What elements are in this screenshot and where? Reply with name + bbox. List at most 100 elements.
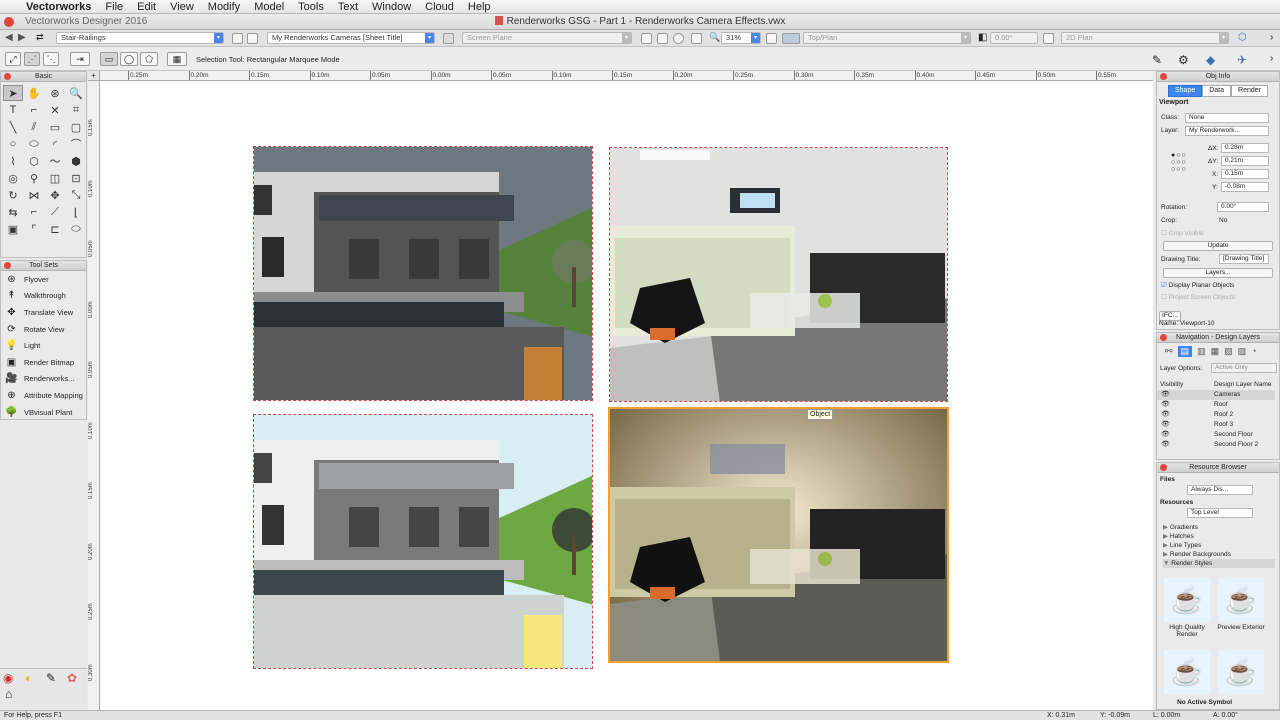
fillet-tool-icon[interactable]: ⌊ bbox=[66, 204, 86, 220]
y-field[interactable]: -0.08m bbox=[1221, 182, 1269, 192]
thumb-preview-exterior[interactable]: ☕ Preview Exterior bbox=[1217, 578, 1265, 631]
nav-sheets-icon[interactable]: ▥ bbox=[1197, 346, 1206, 357]
plan-rotation-field[interactable]: 0.00° bbox=[990, 32, 1038, 44]
tab-render[interactable]: Render bbox=[1231, 85, 1268, 97]
menu-help[interactable]: Help bbox=[461, 1, 498, 13]
update-button[interactable]: Update bbox=[1163, 241, 1273, 251]
class-visibility-icon[interactable]: ⇄ bbox=[36, 32, 44, 43]
drawing-canvas[interactable]: Object bbox=[100, 81, 1153, 710]
layer-select[interactable]: My Renderwork... bbox=[1185, 126, 1269, 136]
eye-icon[interactable]: 👁 bbox=[1161, 420, 1170, 430]
rotation-field[interactable]: 0.00° bbox=[1217, 202, 1269, 212]
eye-icon[interactable]: 👁 bbox=[1161, 400, 1170, 410]
polyline-tool-icon[interactable]: ⌇ bbox=[3, 153, 23, 169]
save-view-icon[interactable] bbox=[641, 33, 652, 44]
eye-icon[interactable]: 👁 bbox=[1161, 430, 1170, 440]
resource-folder[interactable]: ▶ Hatches bbox=[1163, 532, 1275, 541]
select-mode-2-icon[interactable]: ⋱ bbox=[43, 52, 59, 66]
gear-icon[interactable]: ⚙ bbox=[1178, 53, 1189, 67]
clip-tool-icon[interactable]: ⌗ bbox=[66, 102, 86, 118]
plan-rotation-icon[interactable]: ◧ bbox=[978, 32, 987, 43]
round-rect-tool-icon[interactable]: ▢ bbox=[66, 119, 86, 135]
spiral-tool-icon[interactable]: ◎ bbox=[3, 170, 23, 186]
locus-tool-icon[interactable]: ✕ bbox=[45, 102, 65, 118]
attributes-tool-icon[interactable]: ◫ bbox=[45, 170, 65, 186]
arrow-tool-icon[interactable]: ➤ bbox=[3, 85, 23, 101]
resource-folder[interactable]: ▼ Render Styles bbox=[1163, 559, 1275, 568]
resource-folder[interactable]: ▶ Render Backgrounds bbox=[1163, 550, 1275, 559]
nav-symbols-icon[interactable]: ▨ bbox=[1238, 346, 1247, 357]
disclosure-open-icon[interactable]: ▼ bbox=[1163, 560, 1171, 567]
freehand-tool-icon[interactable]: 〜 bbox=[45, 153, 65, 169]
crop-visible-checkbox[interactable]: ☐ Crop Visible bbox=[1161, 229, 1204, 237]
zoom-icon[interactable]: 🔍 bbox=[709, 32, 720, 43]
more-icon[interactable]: › bbox=[1270, 32, 1273, 43]
layer-options-icon[interactable] bbox=[247, 33, 258, 44]
menu-text[interactable]: Text bbox=[331, 1, 365, 13]
layer-row[interactable]: 👁 Roof bbox=[1157, 400, 1275, 410]
polygon-marquee-icon[interactable]: ⬠ bbox=[140, 52, 158, 66]
dbl-line-tool-icon[interactable]: ⫽ bbox=[24, 119, 44, 135]
text-tool-icon[interactable]: T bbox=[3, 102, 23, 118]
offset-tool-icon[interactable]: ⇆ bbox=[3, 204, 23, 220]
nav-layers-icon[interactable]: ▤ bbox=[1177, 346, 1193, 357]
close-resource-browser-icon[interactable] bbox=[1160, 464, 1167, 471]
layer-settings-icon[interactable] bbox=[443, 33, 454, 44]
zoom-tool-icon[interactable]: 🔍 bbox=[66, 85, 86, 101]
ruler-origin-icon[interactable]: + bbox=[88, 71, 100, 81]
toolset-item-flyover[interactable]: ⊛ Flyover bbox=[1, 271, 86, 288]
layer-options-select[interactable]: Active Only bbox=[1211, 363, 1277, 373]
object-tool-icon[interactable]: ⬭ bbox=[66, 221, 86, 237]
menu-tools[interactable]: Tools bbox=[291, 1, 331, 13]
resource-folder[interactable]: ▶ Line Types bbox=[1163, 541, 1275, 550]
files-select[interactable]: Always Dis... bbox=[1187, 485, 1253, 495]
tab-shape[interactable]: Shape bbox=[1167, 85, 1203, 97]
quarter-arc-tool-icon[interactable]: ⌒ bbox=[66, 136, 86, 152]
flyover-view-icon[interactable] bbox=[673, 33, 684, 44]
fit-to-window-icon[interactable] bbox=[691, 33, 702, 44]
menu-model[interactable]: Model bbox=[247, 1, 291, 13]
rect-tool-icon[interactable]: ▭ bbox=[45, 119, 65, 135]
disclosure-closed-icon[interactable]: ▶ bbox=[1163, 524, 1170, 531]
circle-tool-icon[interactable]: ○ bbox=[3, 136, 23, 152]
dy-field[interactable]: 0.21m bbox=[1221, 156, 1269, 166]
dim-tool-icon[interactable]: ⊏ bbox=[45, 221, 65, 237]
layers-button[interactable]: Layers... bbox=[1163, 268, 1273, 278]
connect-tool-icon[interactable]: ⌐ bbox=[24, 204, 44, 220]
close-toolsets-icon[interactable] bbox=[4, 262, 11, 269]
eyedrop-tool-icon[interactable]: ⚲ bbox=[24, 170, 44, 186]
snapping-icon[interactable]: ✎ bbox=[1152, 53, 1162, 67]
viewport-exterior-2[interactable] bbox=[253, 414, 593, 669]
active-layer-combo[interactable]: My Renderworks Cameras [Sheet Title] ▾ bbox=[267, 32, 435, 44]
zoom-combo[interactable]: 31% ▾ bbox=[721, 32, 761, 44]
unified-view-icon[interactable] bbox=[766, 33, 777, 44]
close-object-info-icon[interactable] bbox=[1160, 73, 1167, 80]
menu-view[interactable]: View bbox=[163, 1, 201, 13]
thumb-high-quality-render[interactable]: ☕ High Quality Render bbox=[1163, 578, 1211, 638]
project-screen-checkbox[interactable]: ☐ Project Screen Objects bbox=[1161, 293, 1235, 301]
trim-tool-icon[interactable]: ⌜ bbox=[24, 221, 44, 237]
oval-tool-icon[interactable]: ⬭ bbox=[24, 136, 44, 152]
mirror-tool-icon[interactable]: ⋈ bbox=[24, 187, 44, 203]
render-mode-combo[interactable]: 2D Plan ▾ bbox=[1061, 32, 1229, 44]
toolset-item-renderworks-[interactable]: 🎥 Renderworks... bbox=[1, 371, 86, 388]
tool-set-tab-3-icon[interactable]: ✎ bbox=[46, 671, 56, 685]
polygon-tool-icon[interactable]: ⬡ bbox=[24, 153, 44, 169]
viewport-interior-selected[interactable] bbox=[608, 407, 949, 663]
viewport-interior-1[interactable] bbox=[609, 147, 948, 402]
tab-data[interactable]: Data bbox=[1202, 85, 1232, 97]
lasso-marquee-icon[interactable]: ◯ bbox=[120, 52, 138, 66]
dx-field[interactable]: 0.28m bbox=[1221, 143, 1269, 153]
tool-set-tab-2-icon[interactable]: ◐ bbox=[25, 671, 32, 685]
view-orientation-icon[interactable] bbox=[782, 33, 800, 44]
nav-refs-icon[interactable]: ▧ bbox=[1224, 346, 1233, 357]
layers-view-icon[interactable]: ◆ bbox=[1206, 53, 1215, 67]
working-plane-combo[interactable]: Screen Plane ▾ bbox=[462, 32, 632, 44]
tool-set-tab-5-icon[interactable]: ⌂ bbox=[5, 687, 12, 701]
tool-set-tab-1-icon[interactable]: ◉ bbox=[3, 671, 13, 685]
vp-crop-tool-icon[interactable]: ▣ bbox=[3, 221, 23, 237]
menu-edit[interactable]: Edit bbox=[130, 1, 163, 13]
toolset-item-walkthrough[interactable]: ↟ Walkthrough bbox=[1, 288, 86, 305]
nav-info-icon[interactable]: ◔ bbox=[1251, 346, 1256, 357]
eye-icon[interactable]: 👁 bbox=[1161, 440, 1170, 450]
